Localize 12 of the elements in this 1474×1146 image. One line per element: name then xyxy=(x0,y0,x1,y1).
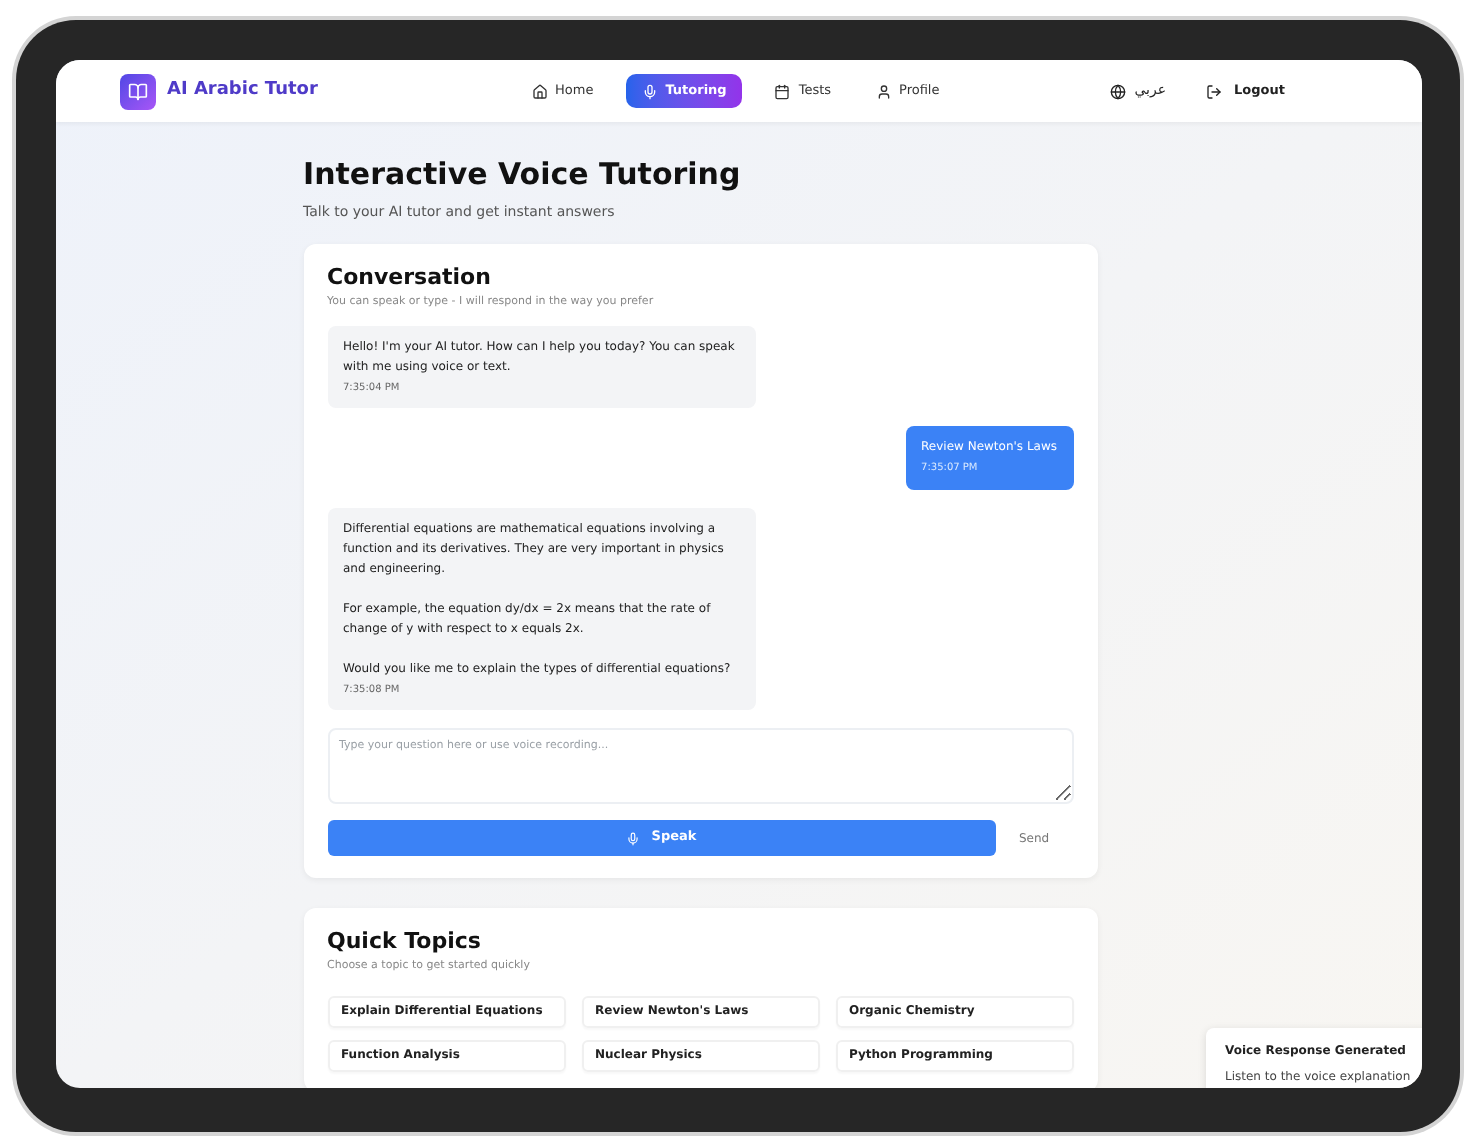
card-title: Conversation xyxy=(327,263,493,291)
globe-icon xyxy=(1110,83,1127,99)
card-title: Quick Topics xyxy=(327,928,483,957)
house-icon xyxy=(531,83,547,99)
person-icon xyxy=(875,83,892,99)
calendar-icon xyxy=(774,83,791,99)
page-title: Interactive Voice Tutoring xyxy=(303,156,743,192)
brand-name: AI Arabic Tutor xyxy=(167,77,318,104)
logout-icon xyxy=(1206,83,1223,99)
microphone-icon xyxy=(625,831,640,846)
microphone-icon xyxy=(641,83,658,99)
logo-book-icon xyxy=(119,73,155,109)
